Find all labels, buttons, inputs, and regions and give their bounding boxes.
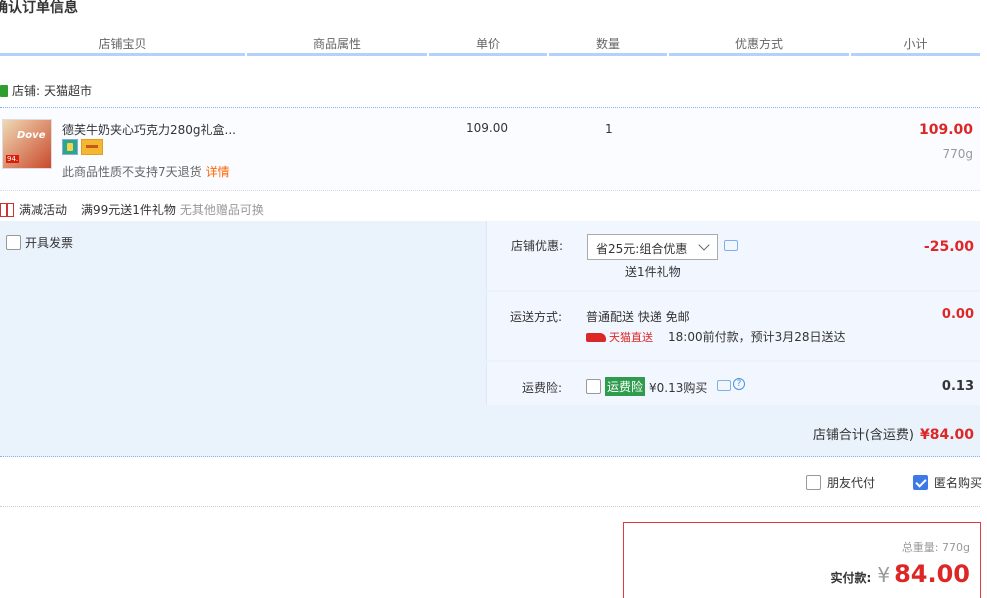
return-note-text: 此商品性质不支持7天退货 (62, 165, 202, 179)
guarantee-badge-icon[interactable] (62, 139, 78, 155)
promotion-line: 满减活动 满99元送1件礼物 无其他赠品可换 (0, 201, 264, 218)
product-thumbnail[interactable]: Dove 94. (2, 119, 52, 169)
store-discount-block: 店铺优惠: 省25元:组合优惠 送1件礼物 -25.00 (486, 221, 980, 290)
chevron-down-icon (698, 239, 710, 251)
paid-amount-line: 实付款: ¥ 84.00 (831, 560, 970, 588)
carrier-name: 天猫直送 (609, 331, 653, 344)
details-link[interactable]: 详情 (206, 165, 230, 179)
paid-amount: 84.00 (894, 560, 970, 588)
insurance-label: 运费险: (521, 381, 562, 395)
store-discount-select[interactable]: 省25元:组合优惠 (587, 234, 718, 260)
shop-total: 店铺合计(含运费) ¥84.00 (813, 424, 974, 443)
shop-line: 店铺: 天猫超市 (0, 82, 92, 99)
tmall-direct-logo: 天猫直送 (586, 329, 653, 345)
shop-total-amount: ¥84.00 (919, 427, 974, 443)
payment-summary: 总重量: 770g 实付款: ¥ 84.00 (623, 522, 981, 598)
column-attributes: 商品属性 (247, 36, 427, 56)
insurance-tag: 运费险 (605, 377, 646, 396)
friend-pay-option[interactable]: 朋友代付 (806, 474, 875, 491)
gift-note: 送1件礼物 (625, 265, 681, 279)
column-subtotal: 小计 (851, 36, 980, 56)
anonymous-checkbox[interactable] (913, 475, 928, 490)
item-weight: 770g (942, 147, 973, 161)
promotion-note: 无其他赠品可换 (179, 203, 264, 217)
quantity: 1 (605, 122, 613, 136)
return-policy-note: 此商品性质不支持7天退货 详情 (62, 163, 230, 180)
store-discount-amount: -25.00 (923, 239, 974, 255)
tmall-cat-icon (586, 332, 606, 342)
divider (0, 506, 980, 507)
product-name[interactable]: 德芙牛奶夹心巧克力280g礼盒... (62, 121, 236, 138)
anonymous-label: 匿名购买 (934, 476, 983, 490)
card-badge-icon[interactable] (81, 139, 103, 155)
insurance-checkbox[interactable] (586, 379, 601, 394)
page-title: 确认订单信息 (0, 0, 78, 16)
currency-symbol: ¥ (877, 563, 891, 587)
message-icon[interactable] (724, 240, 738, 251)
shop-total-label: 店铺合计(含运费) (812, 428, 914, 443)
column-header: 店铺宝贝 商品属性 单价 数量 优惠方式 小计 (0, 36, 980, 58)
order-details-column: 店铺优惠: 省25元:组合优惠 送1件礼物 -25.00 运送方式: 普通配送 … (486, 221, 980, 405)
unit-price: 109.00 (466, 121, 508, 135)
service-badges (62, 139, 103, 155)
column-quantity: 数量 (549, 36, 667, 56)
friend-pay-label: 朋友代付 (827, 476, 876, 490)
promotion-detail: 满99元送1件礼物 (81, 203, 176, 217)
column-unit-price: 单价 (429, 36, 547, 56)
total-weight: 总重量: 770g (901, 541, 970, 554)
shipping-label: 运送方式: (510, 310, 563, 324)
shop-name[interactable]: 天猫超市 (44, 82, 92, 99)
promotion-label: 满减活动 (19, 203, 68, 217)
invoice-option[interactable]: 开具发票 (6, 234, 73, 251)
insurance-price: ¥0.13购买 (649, 381, 708, 395)
gift-icon (0, 202, 14, 217)
thumb-price: 94. (6, 155, 20, 163)
store-discount-value: 省25元:组合优惠 (596, 242, 688, 256)
shop-icon (0, 84, 8, 97)
column-discount: 优惠方式 (669, 36, 849, 56)
thumb-brand: Dove (17, 130, 46, 141)
friend-pay-checkbox[interactable] (806, 475, 821, 490)
help-icon[interactable]: ? (733, 378, 745, 390)
store-discount-label: 店铺优惠: (511, 239, 564, 253)
insurance-message-icon[interactable] (717, 380, 731, 391)
item-row: Dove 94. 德芙牛奶夹心巧克力280g礼盒... 此商品性质不支持7天退货… (0, 107, 980, 191)
shipping-eta: 18:00前付款，预计3月28日送达 (668, 330, 846, 344)
shipping-block (486, 292, 980, 360)
invoice-checkbox[interactable] (6, 235, 21, 250)
insurance-amount: 0.13 (941, 379, 974, 394)
shipping-amount: 0.00 (941, 307, 974, 322)
shop-label: 店铺: (12, 84, 41, 98)
item-subtotal: 109.00 (918, 122, 973, 138)
invoice-label: 开具发票 (25, 236, 74, 250)
paid-label: 实付款: (830, 571, 872, 585)
shipping-method: 普通配送 快递 免邮 (586, 310, 690, 324)
order-options-panel: 开具发票 店铺优惠: 省25元:组合优惠 送1件礼物 -25.00 运送方式: … (0, 221, 980, 457)
anonymous-option[interactable]: 匿名购买 (913, 474, 982, 491)
column-shop-item: 店铺宝贝 (0, 36, 245, 56)
